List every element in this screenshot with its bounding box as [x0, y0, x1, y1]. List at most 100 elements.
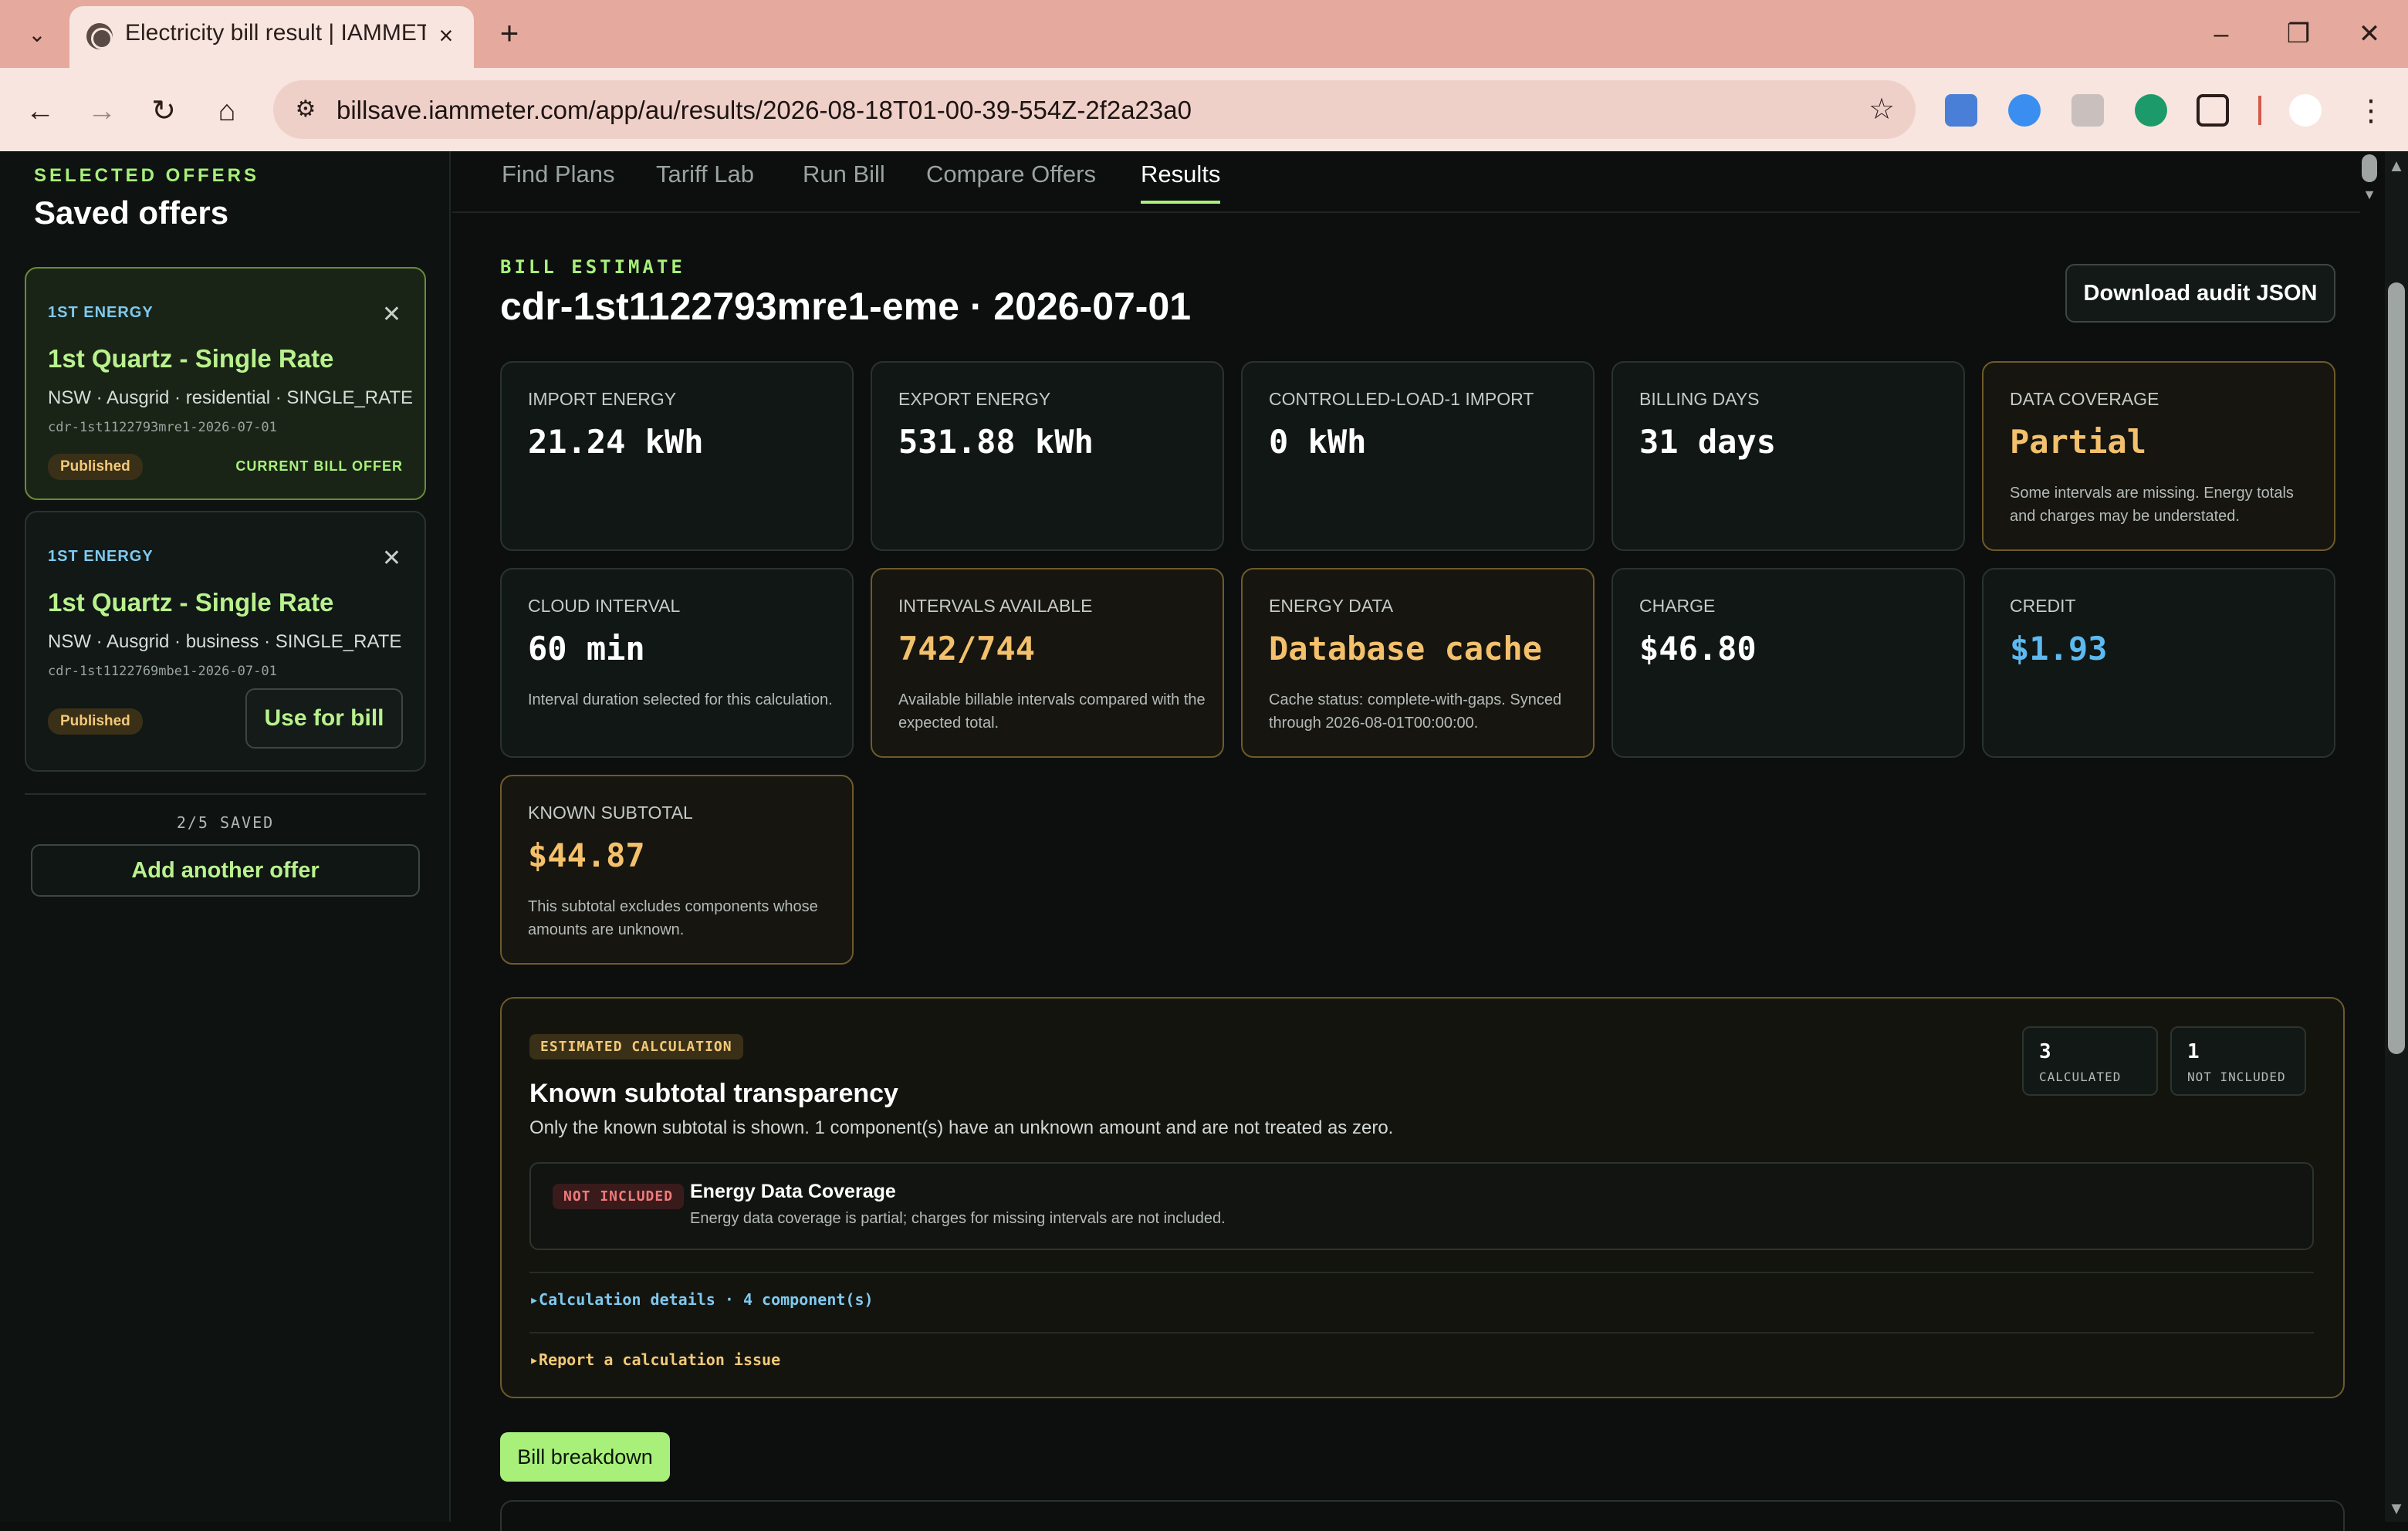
next-section-card-edge: [500, 1500, 2345, 1531]
offer-name: 1st Quartz - Single Rate: [48, 588, 334, 617]
window-close-icon[interactable]: ✕: [2346, 14, 2393, 54]
metric-note: Available billable intervals compared wi…: [898, 691, 1206, 732]
inner-scroll-down-icon[interactable]: ▼: [2362, 187, 2377, 202]
scroll-down-icon[interactable]: ▼: [2385, 1497, 2408, 1520]
metric-label: INTERVALS AVAILABLE: [898, 596, 1093, 616]
minimize-icon[interactable]: –: [2198, 14, 2244, 54]
stat-label: CALCULATED: [2039, 1070, 2122, 1084]
kebab-menu-icon[interactable]: ⋮: [2351, 91, 2391, 131]
bill-estimate-eyebrow: BILL ESTIMATE: [500, 256, 685, 278]
add-another-offer-button[interactable]: Add another offer: [31, 844, 420, 897]
metric-label: CHARGE: [1639, 596, 1716, 616]
known-subtotal-transparency-panel: ESTIMATED CALCULATION Known subtotal tra…: [500, 997, 2345, 1398]
metric-label: DATA COVERAGE: [2010, 389, 2159, 409]
saved-count: 2/5 SAVED: [176, 813, 275, 832]
site-info-icon[interactable]: ⚙: [290, 94, 321, 125]
remove-offer-close-icon[interactable]: ✕: [382, 545, 401, 572]
bookmark-star-icon[interactable]: ☆: [1865, 93, 1899, 127]
scroll-up-icon[interactable]: ▲: [2385, 154, 2408, 177]
use-for-bill-button[interactable]: Use for bill: [245, 688, 403, 749]
new-tab-plus-icon[interactable]: +: [491, 15, 528, 52]
stat-number: 3: [2039, 1040, 2051, 1063]
page-title: cdr-1st1122793mre1-eme · 2026-07-01: [500, 285, 1192, 328]
metric-value: $46.80: [1639, 630, 1757, 667]
offer-name: 1st Quartz - Single Rate: [48, 344, 334, 373]
forward-arrow-icon[interactable]: →: [82, 91, 122, 131]
metric-card-data-coverage: DATA COVERAGE Partial Some intervals are…: [1982, 361, 2335, 551]
saved-offers-sidebar: SELECTED OFFERS Saved offers 1ST ENERGY …: [0, 151, 451, 1522]
offer-meta: NSW · Ausgrid · residential · SINGLE_RAT…: [48, 387, 414, 408]
not-included-badge: NOT INCLUDED: [553, 1184, 685, 1209]
offer-status-badge: Published: [48, 708, 143, 735]
cloud-extension-icon[interactable]: [2071, 94, 2104, 127]
panel-divider: [529, 1272, 2314, 1273]
metric-label: BILLING DAYS: [1639, 389, 1760, 409]
estimated-calculation-badge: ESTIMATED CALCULATION: [529, 1034, 743, 1060]
back-arrow-icon[interactable]: ←: [20, 91, 60, 131]
reload-icon[interactable]: ↻: [144, 91, 184, 131]
tab-search-chevron-icon[interactable]: ⌄: [22, 19, 52, 49]
metric-card-billing-days: BILLING DAYS 31 days: [1612, 361, 1965, 551]
extensions-puzzle-icon[interactable]: [2197, 94, 2229, 127]
report-issue-toggle[interactable]: ▸Report a calculation issue: [529, 1350, 780, 1369]
metric-label: KNOWN SUBTOTAL: [528, 803, 693, 823]
calculation-details-toggle[interactable]: ▸Calculation details · 4 component(s): [529, 1290, 874, 1309]
tab-title: Electricity bill result | IAMMETER: [125, 20, 426, 46]
globe-icon: [86, 23, 113, 49]
restore-icon[interactable]: ❐: [2275, 14, 2322, 54]
tab-tariff-lab[interactable]: Tariff Lab: [656, 161, 754, 188]
bill-breakdown-button[interactable]: Bill breakdown: [500, 1432, 670, 1482]
translate-extension-icon[interactable]: [1945, 94, 1977, 127]
tab-results[interactable]: Results: [1141, 161, 1221, 204]
tab-run-bill[interactable]: Run Bill: [803, 161, 885, 188]
metric-label: ENERGY DATA: [1269, 596, 1394, 616]
tab-close-icon[interactable]: ×: [431, 20, 462, 51]
metric-card-known-subtotal: KNOWN SUBTOTAL $44.87 This subtotal excl…: [500, 775, 854, 965]
metric-label: CLOUD INTERVAL: [528, 596, 681, 616]
current-bill-offer-label: CURRENT BILL OFFER: [235, 458, 403, 474]
profile-avatar-icon[interactable]: [2289, 94, 2322, 127]
metric-note: This subtotal excludes components whose …: [528, 898, 818, 938]
calculated-count-stat: 3 CALCULATED: [2022, 1026, 2158, 1096]
metric-note: Some intervals are missing. Energy total…: [2010, 485, 2294, 525]
browser-tab-strip: ⌄ Electricity bill result | IAMMETER × +…: [0, 0, 2408, 68]
tab-find-plans[interactable]: Find Plans: [502, 161, 614, 188]
metric-card-intervals-available: INTERVALS AVAILABLE 742/744 Available bi…: [871, 568, 1224, 758]
offer-card[interactable]: 1ST ENERGY ✕ 1st Quartz - Single Rate NS…: [25, 511, 426, 772]
calculation-details-label: Calculation details · 4 component(s): [539, 1290, 874, 1309]
metric-card-export-energy: EXPORT ENERGY 531.88 kWh: [871, 361, 1224, 551]
inner-scrollbar-thumb[interactable]: [2362, 154, 2377, 182]
offer-code: cdr-1st1122793mre1-2026-07-01: [48, 420, 277, 435]
page-scrollbar-thumb[interactable]: [2388, 282, 2405, 1054]
remove-offer-close-icon[interactable]: ✕: [382, 301, 401, 328]
browser-tab-active[interactable]: Electricity bill result | IAMMETER ×: [69, 6, 474, 68]
offer-card-current[interactable]: 1ST ENERGY ✕ 1st Quartz - Single Rate NS…: [25, 267, 426, 500]
sidebar-title: Saved offers: [34, 194, 229, 231]
home-icon[interactable]: ⌂: [207, 91, 247, 131]
toolbar-divider: [2258, 96, 2261, 125]
stat-number: 1: [2187, 1040, 2200, 1063]
report-issue-label: Report a calculation issue: [539, 1350, 781, 1369]
offer-brand: 1ST ENERGY: [48, 548, 154, 565]
address-bar[interactable]: ⚙ billsave.iammeter.com/app/au/results/2…: [273, 80, 1916, 139]
app-nav-tabs: Find Plans Tariff Lab Run Bill Compare O…: [452, 151, 2360, 213]
address-url[interactable]: billsave.iammeter.com/app/au/results/202…: [337, 96, 1192, 125]
metric-label: IMPORT ENERGY: [528, 389, 677, 409]
metric-value: 21.24 kWh: [528, 423, 704, 461]
metric-value: $44.87: [528, 836, 645, 874]
metric-label: CREDIT: [2010, 596, 2076, 616]
component-title: Energy Data Coverage: [690, 1181, 896, 1202]
tab-compare-offers[interactable]: Compare Offers: [926, 161, 1096, 188]
metric-note: Cache status: complete-with-gaps. Synced…: [1269, 691, 1562, 732]
metric-card-credit: CREDIT $1.93: [1982, 568, 2335, 758]
metric-label: EXPORT ENERGY: [898, 389, 1051, 409]
offer-meta: NSW · Ausgrid · business · SINGLE_RATE: [48, 631, 402, 652]
download-audit-json-button[interactable]: Download audit JSON: [2065, 264, 2335, 323]
grammarly-extension-icon[interactable]: [2135, 94, 2167, 127]
sidebar-divider: [25, 793, 426, 795]
pen-extension-icon[interactable]: [2008, 94, 2041, 127]
panel-title: Known subtotal transparency: [529, 1079, 898, 1108]
panel-subtitle: Only the known subtotal is shown. 1 comp…: [529, 1117, 1394, 1138]
metric-label: CONTROLLED-LOAD-1 IMPORT: [1269, 389, 1534, 409]
not-included-count-stat: 1 NOT INCLUDED: [2170, 1026, 2306, 1096]
